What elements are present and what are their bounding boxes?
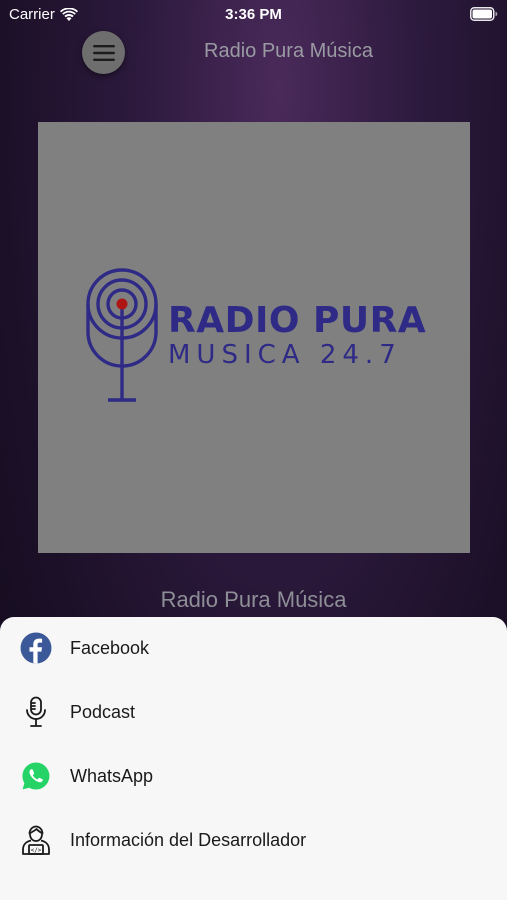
page-title: Radio Pura Música	[204, 40, 373, 62]
action-item-facebook[interactable]: Facebook	[0, 620, 507, 676]
menu-button[interactable]	[82, 31, 125, 74]
action-item-whatsapp[interactable]: WhatsApp	[0, 748, 507, 804]
logo-subtitle: MUSICA 24.7	[168, 340, 402, 370]
station-name: Radio Pura Música	[160, 587, 347, 612]
action-label: WhatsApp	[70, 765, 154, 786]
clock: 3:36 PM	[225, 6, 282, 23]
action-item-developer-info[interactable]: </> Información del Desarrollador	[0, 812, 507, 868]
logo-title: RADIO PURA	[168, 300, 427, 341]
developer-icon: </>	[19, 823, 53, 857]
action-label: Información del Desarrollador	[70, 829, 307, 850]
action-label: Facebook	[70, 637, 150, 658]
whatsapp-icon	[19, 759, 53, 793]
hamburger-icon	[92, 44, 115, 61]
app-screen: Carrier 3:36 PM Radio Pura Música RADIO …	[0, 0, 507, 900]
action-item-podcast[interactable]: Podcast	[0, 684, 507, 740]
status-bar: Carrier 3:36 PM	[0, 0, 507, 30]
microphone-icon	[19, 695, 53, 729]
radio-logo-icon	[86, 268, 158, 402]
facebook-icon	[19, 631, 53, 665]
station-artwork: RADIO PURA MUSICA 24.7	[38, 122, 470, 553]
svg-text:</>: </>	[31, 847, 42, 854]
battery-icon	[470, 7, 498, 25]
action-sheet: Facebook Podcast WhatsApp </> Informació…	[0, 617, 507, 900]
action-label: Podcast	[70, 701, 136, 722]
